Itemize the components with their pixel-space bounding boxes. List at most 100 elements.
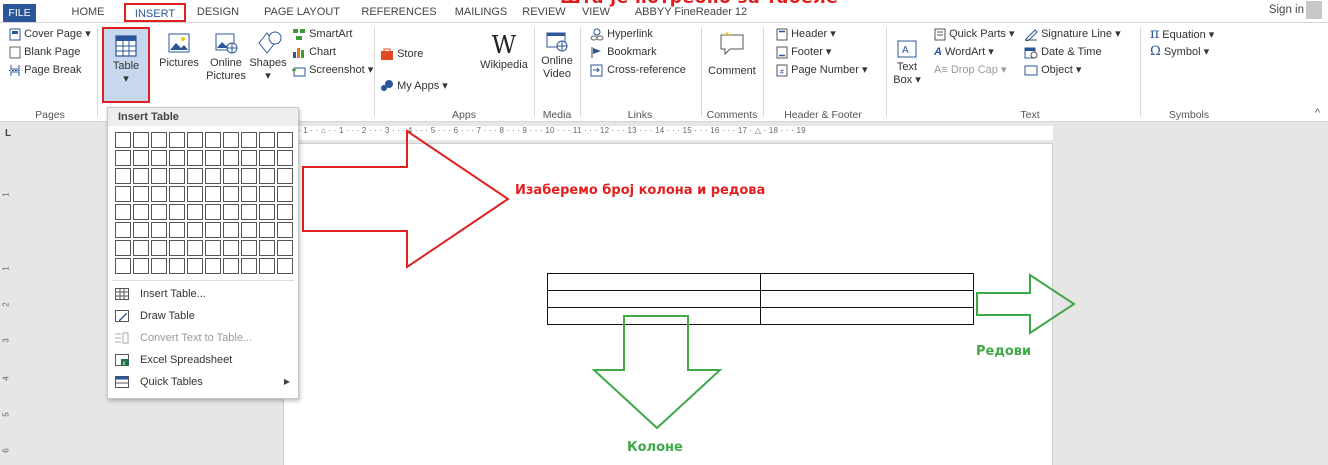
grid-cell[interactable] bbox=[259, 132, 275, 148]
annotation-columns-text: Колоне bbox=[627, 440, 683, 455]
grid-cell[interactable] bbox=[133, 204, 149, 220]
grid-cell[interactable] bbox=[187, 222, 203, 238]
grid-cell[interactable] bbox=[241, 168, 257, 184]
grid-cell[interactable] bbox=[115, 186, 131, 202]
draw-table-icon bbox=[115, 310, 129, 322]
grid-cell[interactable] bbox=[187, 258, 203, 274]
insert-table-dropdown: Insert Table Insert Table... Draw Table … bbox=[107, 107, 299, 399]
grid-cell[interactable] bbox=[205, 186, 221, 202]
grid-cell[interactable] bbox=[277, 150, 293, 166]
grid-cell[interactable] bbox=[115, 168, 131, 184]
grid-cell[interactable] bbox=[115, 204, 131, 220]
grid-cell[interactable] bbox=[151, 132, 167, 148]
grid-cell[interactable] bbox=[277, 186, 293, 202]
grid-cell[interactable] bbox=[115, 240, 131, 256]
grid-cell[interactable] bbox=[241, 204, 257, 220]
convert-text-icon bbox=[115, 332, 129, 344]
grid-cell[interactable] bbox=[259, 150, 275, 166]
grid-cell[interactable] bbox=[223, 168, 239, 184]
grid-cell[interactable] bbox=[223, 258, 239, 274]
menu-item-label: Draw Table bbox=[140, 310, 195, 322]
insert-table-header: Insert Table bbox=[108, 108, 298, 126]
grid-cell[interactable] bbox=[241, 222, 257, 238]
grid-cell[interactable] bbox=[205, 150, 221, 166]
grid-cell[interactable] bbox=[223, 240, 239, 256]
grid-cell[interactable] bbox=[277, 132, 293, 148]
quick-tables-icon bbox=[115, 376, 129, 388]
grid-cell[interactable] bbox=[205, 204, 221, 220]
grid-cell[interactable] bbox=[169, 186, 185, 202]
green-arrow-down bbox=[591, 315, 723, 430]
grid-cell[interactable] bbox=[187, 168, 203, 184]
grid-cell[interactable] bbox=[115, 132, 131, 148]
grid-cell[interactable] bbox=[151, 240, 167, 256]
grid-cell[interactable] bbox=[259, 222, 275, 238]
grid-cell[interactable] bbox=[223, 186, 239, 202]
grid-cell[interactable] bbox=[277, 168, 293, 184]
grid-cell[interactable] bbox=[241, 258, 257, 274]
grid-cell[interactable] bbox=[169, 168, 185, 184]
grid-cell[interactable] bbox=[133, 258, 149, 274]
grid-cell[interactable] bbox=[223, 150, 239, 166]
grid-cell[interactable] bbox=[151, 150, 167, 166]
grid-cell[interactable] bbox=[133, 150, 149, 166]
grid-cell[interactable] bbox=[169, 258, 185, 274]
grid-cell[interactable] bbox=[241, 150, 257, 166]
grid-cell[interactable] bbox=[151, 204, 167, 220]
grid-cell[interactable] bbox=[205, 240, 221, 256]
grid-cell[interactable] bbox=[259, 258, 275, 274]
grid-cell[interactable] bbox=[133, 240, 149, 256]
menu-item-label: Insert Table... bbox=[140, 288, 206, 300]
grid-cell[interactable] bbox=[241, 132, 257, 148]
grid-cell[interactable] bbox=[259, 204, 275, 220]
grid-cell[interactable] bbox=[187, 240, 203, 256]
grid-cell[interactable] bbox=[133, 222, 149, 238]
grid-cell[interactable] bbox=[205, 132, 221, 148]
grid-cell[interactable] bbox=[133, 132, 149, 148]
red-arrow bbox=[302, 129, 510, 269]
grid-cell[interactable] bbox=[241, 240, 257, 256]
grid-cell[interactable] bbox=[169, 150, 185, 166]
menu-insert-table[interactable]: Insert Table... bbox=[108, 283, 298, 305]
grid-cell[interactable] bbox=[259, 168, 275, 184]
grid-cell[interactable] bbox=[187, 150, 203, 166]
grid-cell[interactable] bbox=[205, 222, 221, 238]
grid-cell[interactable] bbox=[115, 258, 131, 274]
grid-cell[interactable] bbox=[259, 240, 275, 256]
grid-cell[interactable] bbox=[205, 258, 221, 274]
menu-convert-text-to-table[interactable]: Convert Text to Table... bbox=[108, 327, 298, 349]
grid-cell[interactable] bbox=[151, 186, 167, 202]
menu-draw-table[interactable]: Draw Table bbox=[108, 305, 298, 327]
grid-cell[interactable] bbox=[151, 258, 167, 274]
grid-cell[interactable] bbox=[169, 240, 185, 256]
grid-cell[interactable] bbox=[277, 222, 293, 238]
excel-icon: x bbox=[115, 354, 129, 366]
grid-cell[interactable] bbox=[169, 222, 185, 238]
grid-cell[interactable] bbox=[223, 132, 239, 148]
grid-cell[interactable] bbox=[205, 168, 221, 184]
menu-quick-tables[interactable]: Quick Tables ▶ bbox=[108, 371, 298, 393]
grid-cell[interactable] bbox=[241, 186, 257, 202]
grid-cell[interactable] bbox=[259, 186, 275, 202]
grid-cell[interactable] bbox=[187, 186, 203, 202]
menu-item-label: Quick Tables bbox=[140, 376, 203, 388]
grid-cell[interactable] bbox=[223, 204, 239, 220]
grid-cell[interactable] bbox=[187, 132, 203, 148]
grid-cell[interactable] bbox=[277, 258, 293, 274]
menu-excel-spreadsheet[interactable]: x Excel Spreadsheet bbox=[108, 349, 298, 371]
grid-cell[interactable] bbox=[187, 204, 203, 220]
grid-cell[interactable] bbox=[115, 150, 131, 166]
insert-table-icon bbox=[115, 288, 129, 300]
annotation-rows-text: Редови bbox=[976, 344, 1032, 359]
grid-cell[interactable] bbox=[133, 186, 149, 202]
grid-cell[interactable] bbox=[169, 204, 185, 220]
grid-cell[interactable] bbox=[133, 168, 149, 184]
grid-cell[interactable] bbox=[115, 222, 131, 238]
grid-cell[interactable] bbox=[169, 132, 185, 148]
grid-cell[interactable] bbox=[151, 222, 167, 238]
grid-cell[interactable] bbox=[223, 222, 239, 238]
grid-cell[interactable] bbox=[277, 204, 293, 220]
grid-cell[interactable] bbox=[277, 240, 293, 256]
grid-cell[interactable] bbox=[151, 168, 167, 184]
annotation-select-text: Изаберемо број колона и редова bbox=[515, 183, 766, 198]
